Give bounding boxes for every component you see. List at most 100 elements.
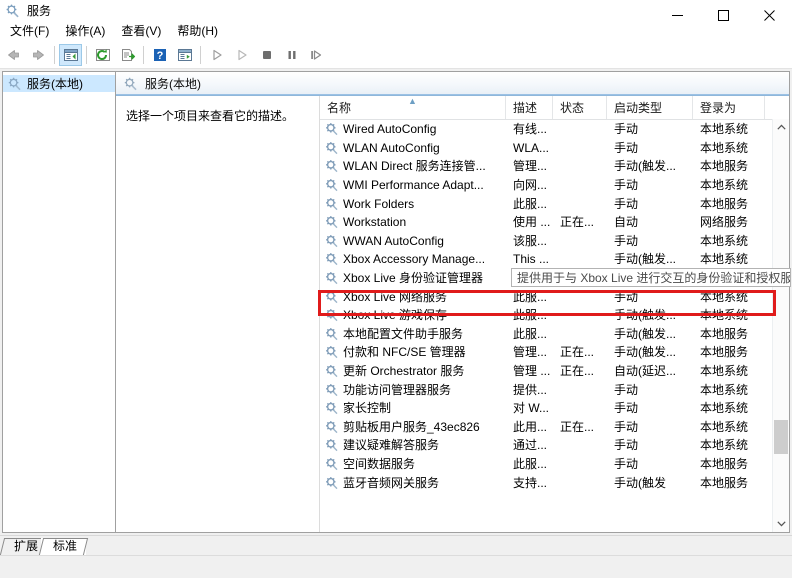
service-gear-icon	[324, 437, 340, 453]
table-row[interactable]: WLAN AutoConfigWLA...手动本地系统	[320, 139, 789, 158]
service-gear-icon	[324, 158, 340, 174]
cell-description: 有线...	[506, 120, 553, 138]
service-name-label: 剪贴板用户服务_43ec826	[343, 418, 480, 436]
table-row[interactable]: 蓝牙音频网关服务支持...手动(触发本地服务	[320, 473, 789, 492]
scroll-thumb[interactable]	[774, 420, 788, 454]
start-service-button[interactable]	[205, 44, 228, 66]
table-row[interactable]: Xbox Live 游戏保存此服...手动(触发...本地系统	[320, 306, 789, 325]
menu-file[interactable]: 文件(F)	[2, 22, 57, 41]
table-row[interactable]: WWAN AutoConfig该服...手动本地系统	[320, 232, 789, 251]
table-row[interactable]: 本地配置文件助手服务此服...手动(触发...本地服务	[320, 325, 789, 344]
service-gear-icon	[324, 419, 340, 435]
resume-service-button[interactable]	[305, 44, 328, 66]
cell-service-name: WWAN AutoConfig	[320, 232, 506, 250]
service-gear-icon	[324, 233, 340, 249]
services-gear-icon	[123, 76, 139, 92]
cell-startup-type: 手动	[607, 288, 693, 306]
service-name-label: 空间数据服务	[343, 455, 415, 473]
table-row[interactable]: 家长控制对 W...手动本地系统	[320, 399, 789, 418]
show-console-tree-button[interactable]	[59, 44, 82, 66]
cell-service-name: 付款和 NFC/SE 管理器	[320, 343, 506, 361]
cell-service-name: 本地配置文件助手服务	[320, 325, 506, 343]
cell-service-name: WMI Performance Adapt...	[320, 176, 506, 194]
cell-startup-type: 手动	[607, 176, 693, 194]
cell-description: 此用...	[506, 418, 553, 436]
column-header-name[interactable]: 名称 ▲	[320, 96, 506, 119]
service-name-label: 更新 Orchestrator 服务	[343, 362, 464, 380]
window-title: 服务	[27, 3, 51, 19]
list-column-headers: 名称 ▲ 描述 状态 启动类型 登录为	[320, 96, 789, 120]
content-header-title: 服务(本地)	[145, 75, 201, 92]
cell-logon-as: 网络服务	[693, 213, 765, 231]
cell-startup-type: 手动	[607, 436, 693, 454]
cell-state: 正在...	[553, 362, 607, 380]
help-button[interactable]: ?	[148, 44, 171, 66]
cell-logon-as: 本地服务	[693, 455, 765, 473]
scroll-down-arrow-icon[interactable]	[773, 515, 789, 532]
stop-service-button[interactable]	[255, 44, 278, 66]
services-list-body[interactable]: Wired AutoConfig有线...手动本地系统WLAN AutoConf…	[320, 120, 789, 532]
service-gear-icon	[324, 270, 340, 286]
table-row[interactable]: Work Folders此服...手动本地服务	[320, 194, 789, 213]
restart-service-button[interactable]	[230, 44, 253, 66]
forward-button[interactable]	[27, 44, 50, 66]
cell-logon-as: 本地服务	[693, 195, 765, 213]
service-gear-icon	[324, 140, 340, 156]
column-header-description[interactable]: 描述	[506, 96, 553, 119]
show-hide-action-pane-button[interactable]	[173, 44, 196, 66]
menu-view[interactable]: 查看(V)	[113, 22, 169, 41]
table-row[interactable]: Xbox Accessory Manage...This ...手动(触发...…	[320, 250, 789, 269]
column-header-logon-as[interactable]: 登录为	[693, 96, 765, 119]
table-row[interactable]: 功能访问管理器服务提供...手动本地系统	[320, 380, 789, 399]
table-row[interactable]: 剪贴板用户服务_43ec826此用...正在...手动本地系统	[320, 418, 789, 437]
tab-standard[interactable]: 标准	[41, 538, 86, 555]
column-header-description-label: 描述	[513, 99, 537, 116]
cell-service-name: 剪贴板用户服务_43ec826	[320, 418, 506, 436]
back-button[interactable]	[2, 44, 25, 66]
table-row[interactable]: Xbox Live 网络服务此服...手动本地系统	[320, 287, 789, 306]
table-row[interactable]: WLAN Direct 服务连接管...管理...手动(触发...本地服务	[320, 157, 789, 176]
scroll-track[interactable]	[773, 136, 789, 515]
scroll-up-arrow-icon[interactable]	[773, 119, 789, 136]
pause-service-button[interactable]	[280, 44, 303, 66]
cell-description: 管理...	[506, 157, 553, 175]
tooltip-text: 提供用于与 Xbox Live 进行交互的身份验证和授权服	[517, 269, 791, 286]
table-row[interactable]: WMI Performance Adapt...向网...手动本地系统	[320, 176, 789, 195]
content-header: 服务(本地)	[116, 72, 789, 96]
view-tabs: 扩展 标准	[0, 535, 792, 555]
table-row[interactable]: Wired AutoConfig有线...手动本地系统	[320, 120, 789, 139]
cell-service-name: 建议疑难解答服务	[320, 436, 506, 454]
refresh-button[interactable]	[91, 44, 114, 66]
list-vertical-scrollbar[interactable]	[772, 119, 789, 532]
cell-service-name: Workstation	[320, 213, 506, 231]
tab-extended-label: 扩展	[14, 539, 38, 553]
cell-description: 通过...	[506, 436, 553, 454]
toolbar: ?	[0, 42, 792, 69]
toolbar-separator	[86, 46, 87, 64]
table-row[interactable]: 建议疑难解答服务通过...手动本地系统	[320, 436, 789, 455]
service-gear-icon	[324, 456, 340, 472]
column-header-state[interactable]: 状态	[553, 96, 607, 119]
close-button[interactable]	[746, 0, 792, 30]
cell-startup-type: 手动(触发	[607, 474, 693, 492]
tree-node-services-local[interactable]: 服务(本地)	[3, 75, 115, 92]
maximize-button[interactable]	[700, 0, 746, 30]
main-split: 服务(本地) 服务(本地) 选择一个项目来查看它的描述。	[0, 69, 792, 535]
service-name-label: Workstation	[343, 213, 406, 231]
service-name-label: 家长控制	[343, 399, 391, 417]
table-row[interactable]: 更新 Orchestrator 服务管理 ...正在...自动(延迟...本地系…	[320, 362, 789, 381]
export-list-button[interactable]	[116, 44, 139, 66]
minimize-button[interactable]	[654, 0, 700, 30]
column-header-logon-as-label: 登录为	[700, 99, 736, 116]
table-row[interactable]: 付款和 NFC/SE 管理器管理...正在...手动(触发...本地服务	[320, 343, 789, 362]
cell-service-name: Xbox Accessory Manage...	[320, 250, 506, 268]
column-header-startup-type[interactable]: 启动类型	[607, 96, 693, 119]
menu-action[interactable]: 操作(A)	[57, 22, 113, 41]
service-name-label: WMI Performance Adapt...	[343, 176, 484, 194]
cell-startup-type: 手动	[607, 139, 693, 157]
table-row[interactable]: Workstation使用 ...正在...自动网络服务	[320, 213, 789, 232]
cell-service-name: WLAN Direct 服务连接管...	[320, 157, 506, 175]
cell-logon-as: 本地系统	[693, 176, 765, 194]
menu-help[interactable]: 帮助(H)	[169, 22, 226, 41]
table-row[interactable]: 空间数据服务此服...手动本地服务	[320, 455, 789, 474]
